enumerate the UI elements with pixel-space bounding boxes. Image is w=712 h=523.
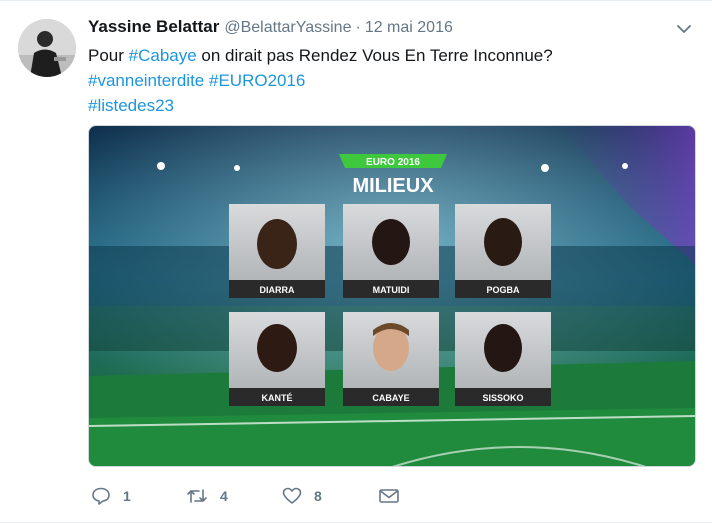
reply-icon <box>92 487 110 505</box>
tweet-text: Pour #Cabaye on dirait pas Rendez Vous E… <box>88 43 688 118</box>
reply-count: 1 <box>123 488 131 504</box>
tweet-text-line-2: #vanneinterdite #EURO2016 <box>88 68 688 93</box>
reply-button[interactable]: 1 <box>91 485 131 507</box>
author-handle[interactable]: @BelattarYassine <box>224 19 351 37</box>
separator-dot: · <box>355 19 361 36</box>
section-title: MILIEUX <box>352 175 434 197</box>
author-display-name[interactable]: Yassine Belattar <box>88 17 219 37</box>
player-name-diarra: DIARRA <box>260 285 295 295</box>
tweet-media-image[interactable]: EURO 2016 MILIEUX DIARRA MATUIDI POGBA K… <box>88 125 696 467</box>
banner-text: EURO 2016 <box>366 157 420 168</box>
envelope-icon <box>379 489 399 503</box>
direct-message-button[interactable] <box>378 485 400 507</box>
hashtag-vanneinterdite[interactable]: #vanneinterdite <box>88 71 204 90</box>
tweet-text-line-3: #listedes23 <box>88 93 688 118</box>
tweet-actions: 1 4 8 <box>88 485 418 507</box>
player-name-kante: KANTÉ <box>262 393 293 403</box>
tweet-card[interactable]: Yassine Belattar @BelattarYassine · 12 m… <box>0 0 712 523</box>
player-card-cabaye: CABAYE <box>343 312 439 406</box>
text-suffix: on dirait pas Rendez Vous En Terre Incon… <box>196 46 553 65</box>
tweet-text-line-1: Pour #Cabaye on dirait pas Rendez Vous E… <box>88 43 688 68</box>
tweet-timestamp[interactable]: 12 mai 2016 <box>365 19 453 37</box>
player-name-cabaye: CABAYE <box>372 393 409 403</box>
avatar[interactable] <box>18 19 76 77</box>
hashtag-euro2016[interactable]: #EURO2016 <box>209 71 305 90</box>
retweet-icon <box>187 489 207 503</box>
player-name-sissoko: SISSOKO <box>482 393 523 403</box>
player-card-kante: KANTÉ <box>229 312 325 406</box>
player-card-pogba: POGBA <box>455 204 551 298</box>
like-button[interactable]: 8 <box>282 485 322 507</box>
player-card-sissoko: SISSOKO <box>455 312 551 406</box>
hashtag-listedes23[interactable]: #listedes23 <box>88 96 174 115</box>
like-count: 8 <box>314 488 322 504</box>
text-prefix: Pour <box>88 46 129 65</box>
player-card-diarra: DIARRA <box>229 204 325 298</box>
player-name-matuidi: MATUIDI <box>373 285 410 295</box>
player-name-pogba: POGBA <box>486 285 520 295</box>
hashtag-cabaye[interactable]: #Cabaye <box>129 46 197 65</box>
tweet-header: Yassine Belattar @BelattarYassine · 12 m… <box>88 17 453 39</box>
retweet-count: 4 <box>220 488 228 504</box>
retweet-button[interactable]: 4 <box>186 485 228 507</box>
heart-icon <box>282 487 302 504</box>
chevron-down-icon[interactable] <box>676 23 692 35</box>
player-card-matuidi: MATUIDI <box>343 204 439 298</box>
